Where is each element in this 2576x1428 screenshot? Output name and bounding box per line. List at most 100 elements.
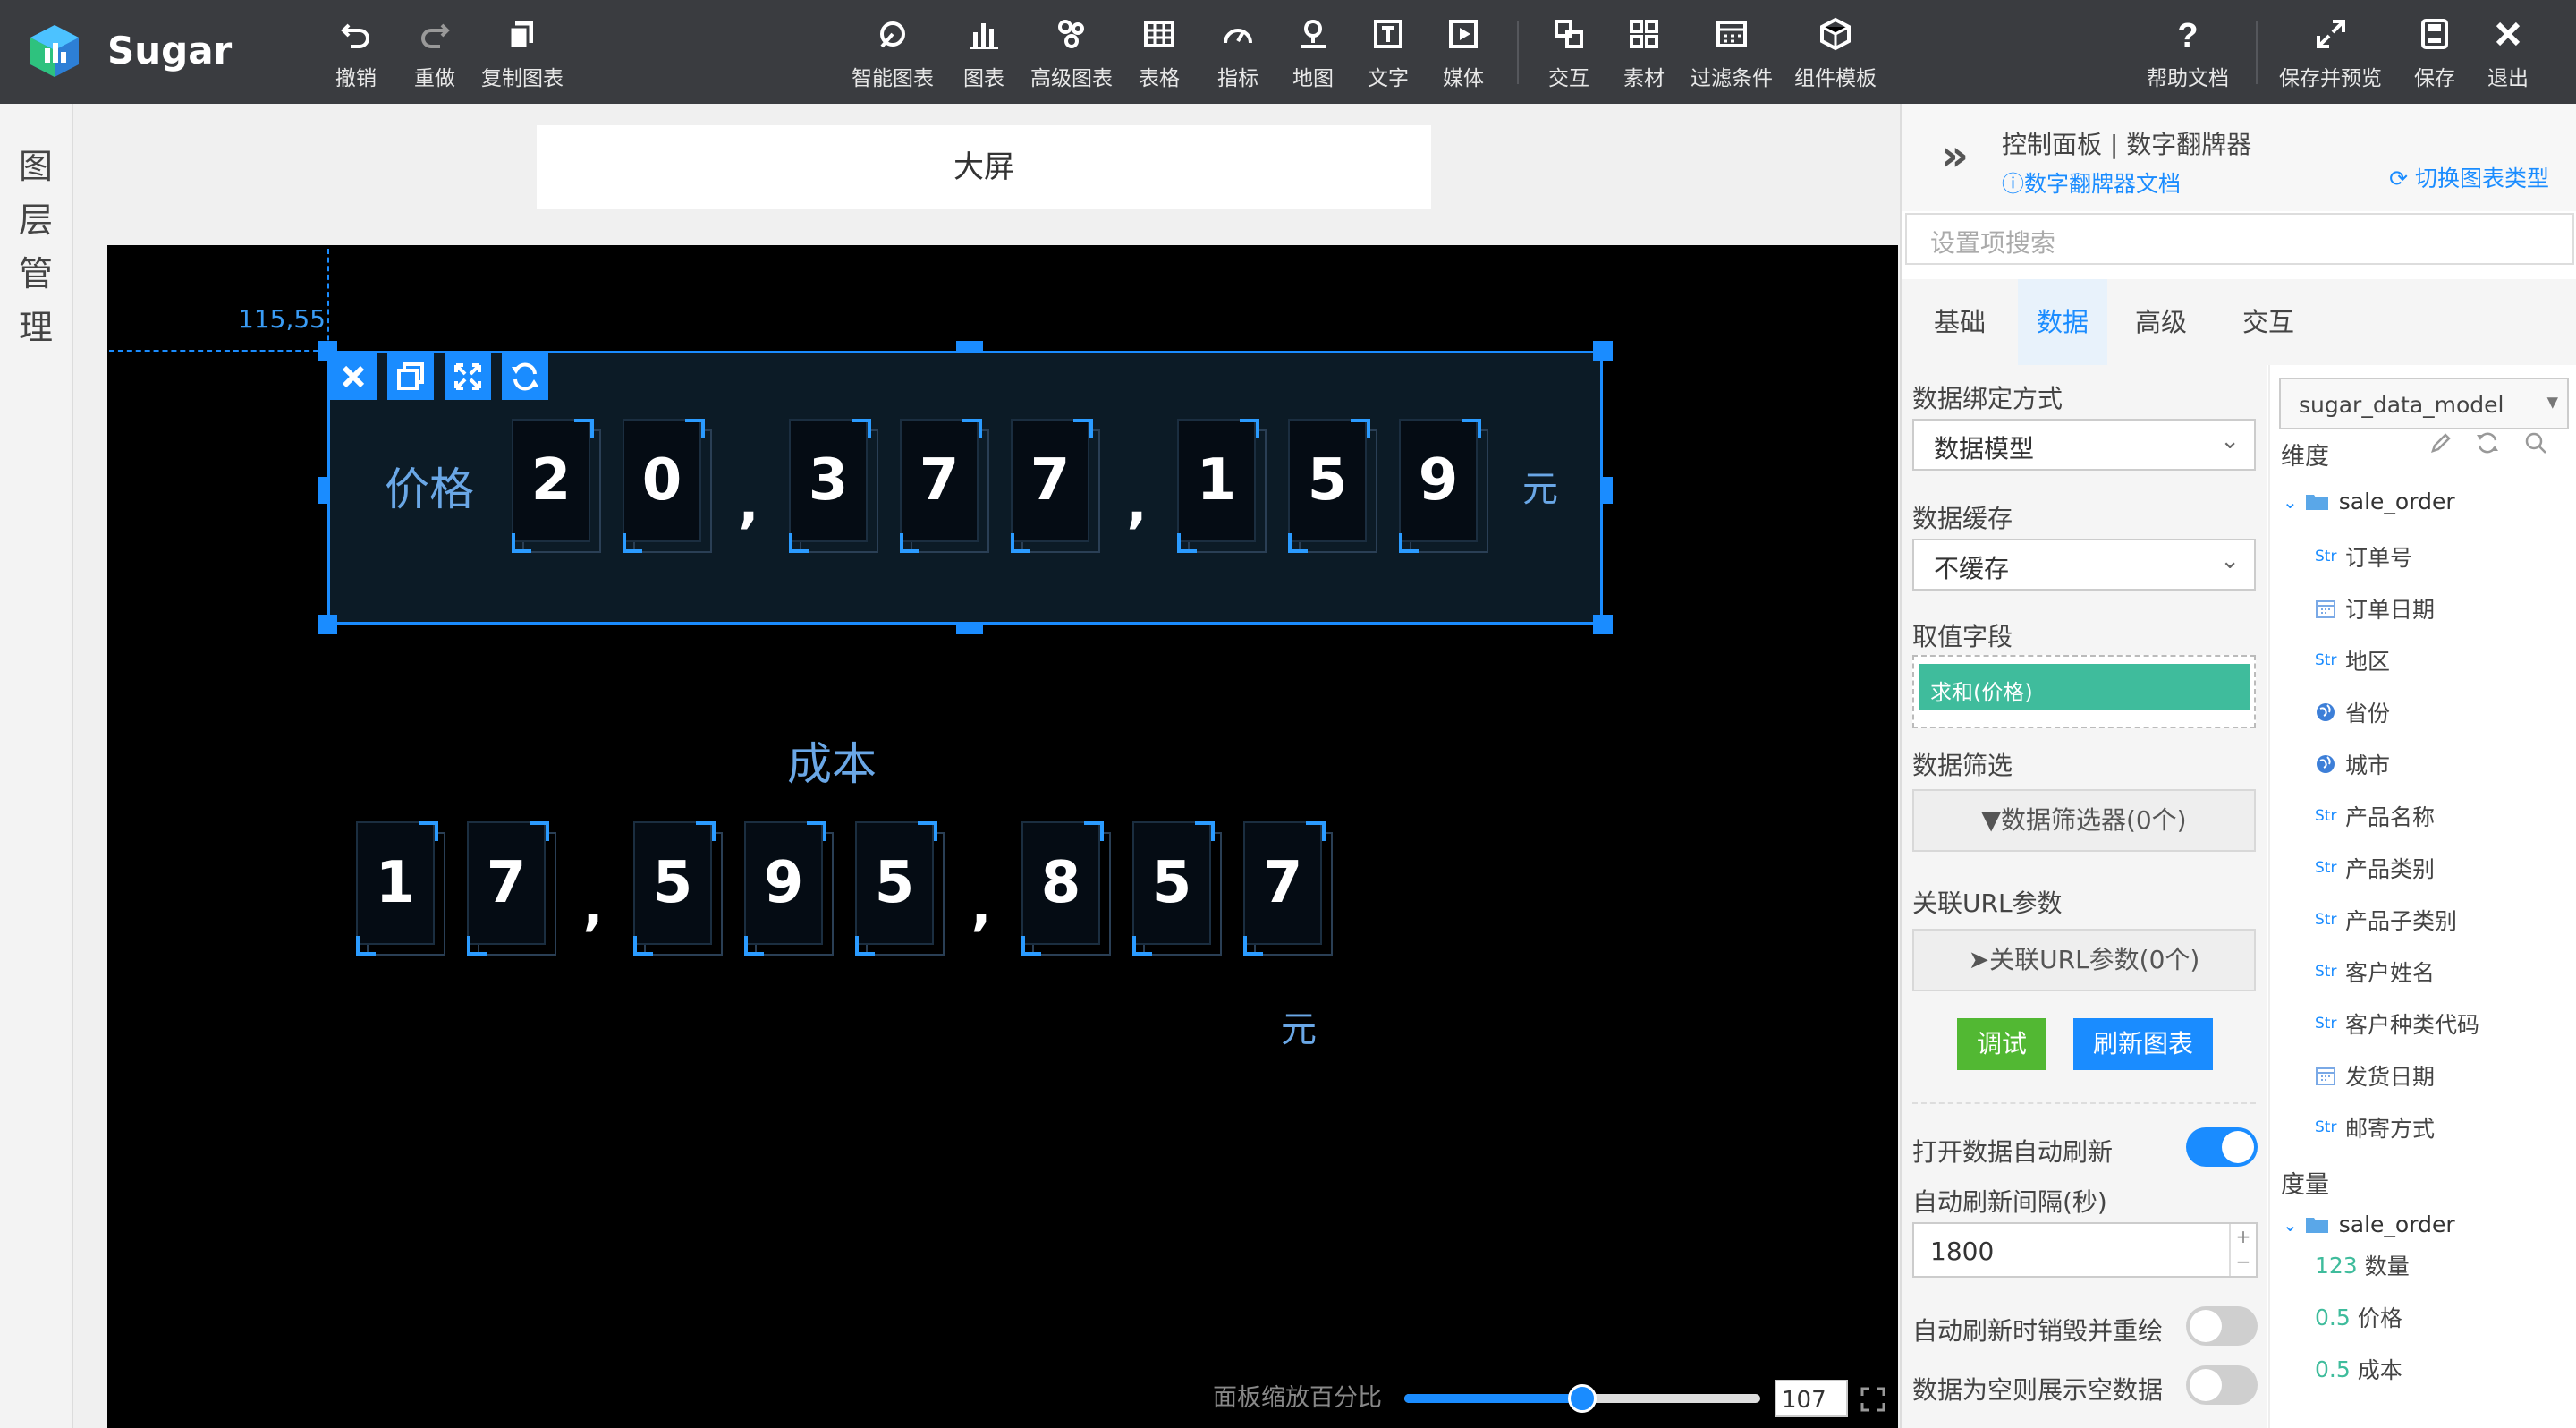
- edit-icon[interactable]: [2428, 429, 2454, 456]
- tab-basic[interactable]: 基础: [1902, 279, 2018, 365]
- dimension-field[interactable]: Str 邮寄方式: [2315, 1111, 2435, 1143]
- resize-handle[interactable]: [1593, 615, 1613, 634]
- fullscreen-icon[interactable]: [1860, 1387, 1885, 1412]
- zoom-slider[interactable]: [1404, 1384, 1760, 1413]
- url-param-button[interactable]: ➤关联URL参数(0个): [1912, 929, 2256, 991]
- copy-icon: [501, 13, 544, 55]
- duplicate-widget-icon[interactable]: [387, 353, 434, 400]
- table-node[interactable]: ⌄ sale_order: [2283, 1211, 2455, 1237]
- resize-handle[interactable]: [1593, 341, 1613, 361]
- refresh-widget-icon[interactable]: [502, 353, 548, 400]
- data-model-select[interactable]: sugar_data_model ▾: [2279, 378, 2569, 429]
- svg-text:?: ?: [2177, 17, 2198, 52]
- dimension-field[interactable]: Str 产品子类别: [2315, 904, 2457, 936]
- advanced-chart-button[interactable]: 高级图表: [1030, 13, 1113, 93]
- expand-icon: [2309, 13, 2352, 55]
- string-type-icon: Str: [2315, 1118, 2337, 1136]
- save-button[interactable]: 保存: [2413, 13, 2456, 93]
- measure-field[interactable]: 0.5 成本: [2315, 1353, 2402, 1385]
- table-node[interactable]: ⌄ sale_order: [2283, 489, 2455, 514]
- layer-manager-tab[interactable]: 图 层 管 理: [0, 104, 73, 1428]
- dimension-field[interactable]: Str 客户种类代码: [2315, 1007, 2479, 1040]
- resize-handle[interactable]: [956, 341, 983, 353]
- exit-button[interactable]: 退出: [2487, 13, 2529, 93]
- delete-widget-icon[interactable]: [330, 353, 377, 400]
- indicator-button[interactable]: 指标: [1216, 13, 1259, 93]
- settings-search-input[interactable]: 设置项搜索: [1905, 213, 2574, 265]
- binding-value: 数据模型: [1934, 434, 2035, 463]
- zoom-input[interactable]: 107: [1775, 1380, 1848, 1417]
- data-filter-button[interactable]: ▼数据筛选器(0个): [1912, 789, 2256, 852]
- cache-select[interactable]: 不缓存 ⌄: [1912, 539, 2256, 591]
- save-preview-button[interactable]: 保存并预览: [2279, 13, 2382, 93]
- toggle-knob: [2190, 1310, 2222, 1342]
- interval-stepper[interactable]: + −: [2229, 1224, 2256, 1276]
- interaction-icon: [1547, 13, 1590, 55]
- dimension-field[interactable]: Str 订单号: [2315, 540, 2412, 573]
- fullscreen-widget-icon[interactable]: [445, 353, 491, 400]
- filter-button[interactable]: 过滤条件: [1690, 13, 1773, 93]
- map-button[interactable]: 地图: [1292, 13, 1335, 93]
- layer-manager-char: 理: [18, 308, 53, 347]
- dimension-field[interactable]: 城市: [2315, 748, 2390, 780]
- measure-field[interactable]: 0.5 价格: [2315, 1301, 2402, 1333]
- position-guide-horizontal: [109, 350, 327, 352]
- copy-chart-button[interactable]: 复制图表: [481, 13, 564, 93]
- table-name: sale_order: [2338, 489, 2455, 514]
- undo-button[interactable]: 撤销: [335, 13, 377, 93]
- dimension-field[interactable]: Str 地区: [2315, 644, 2390, 676]
- collapse-panel-icon[interactable]: »: [1941, 131, 1969, 181]
- resize-handle[interactable]: [1602, 477, 1613, 504]
- redo-button[interactable]: 重做: [413, 13, 456, 93]
- dimension-field[interactable]: Str 客户姓名: [2315, 956, 2435, 988]
- toolbar-divider: [1517, 21, 1519, 84]
- value-field-dropzone[interactable]: 求和(价格): [1912, 655, 2256, 728]
- funnel-icon: ▼: [1981, 805, 2001, 835]
- field-name: 发货日期: [2345, 1064, 2436, 1090]
- tab-data[interactable]: 数据: [2018, 279, 2107, 365]
- layer-manager-char: 图: [18, 147, 53, 186]
- price-digits: 20, 377, 159: [512, 419, 1510, 553]
- refresh-icon[interactable]: [2474, 429, 2501, 456]
- debug-button[interactable]: 调试: [1957, 1018, 2046, 1070]
- measure-field[interactable]: 123 数量: [2315, 1249, 2410, 1281]
- cache-label: 数据缓存: [1912, 504, 2013, 533]
- help-doc-button[interactable]: ? 帮助文档: [2147, 13, 2229, 93]
- chart-button[interactable]: 图表: [962, 13, 1005, 93]
- dimension-field[interactable]: Str 产品名称: [2315, 800, 2435, 832]
- field-name: 成本: [2357, 1357, 2402, 1383]
- interaction-button[interactable]: 交互: [1547, 13, 1590, 93]
- resize-handle[interactable]: [318, 477, 328, 504]
- interval-label: 自动刷新间隔(秒): [1912, 1187, 2107, 1217]
- refresh-chart-button[interactable]: 刷新图表: [2073, 1018, 2213, 1070]
- assets-button[interactable]: 素材: [1623, 13, 1665, 93]
- url-param-label: 关联URL参数: [1912, 888, 2063, 918]
- dimension-field[interactable]: 订单日期: [2315, 592, 2435, 625]
- media-button[interactable]: 媒体: [1442, 13, 1485, 93]
- value-field-pill[interactable]: 求和(价格): [1919, 664, 2250, 710]
- screen-title[interactable]: 大屏: [537, 125, 1431, 209]
- auto-refresh-toggle[interactable]: [2186, 1127, 2258, 1167]
- doc-link[interactable]: ⓘ数字翻牌器文档: [2002, 166, 2181, 199]
- destroy-redraw-toggle[interactable]: [2186, 1306, 2258, 1346]
- text-button[interactable]: 文字: [1367, 13, 1410, 93]
- interval-input[interactable]: 1800 + −: [1912, 1222, 2258, 1278]
- component-template-button[interactable]: 组件模板: [1794, 13, 1877, 93]
- tab-advanced[interactable]: 高级: [2116, 279, 2206, 365]
- dimension-field[interactable]: 省份: [2315, 696, 2390, 728]
- empty-data-toggle[interactable]: [2186, 1365, 2258, 1405]
- zoom-slider-handle[interactable]: [1568, 1384, 1597, 1413]
- tab-interaction[interactable]: 交互: [2224, 279, 2313, 365]
- resize-handle[interactable]: [956, 622, 983, 634]
- empty-data-label: 数据为空则展示空数据: [1912, 1375, 2164, 1405]
- table-button[interactable]: 表格: [1138, 13, 1181, 93]
- switch-chart-type-link[interactable]: ⟳ 切换图表类型: [2389, 161, 2549, 193]
- resize-handle[interactable]: [318, 615, 337, 634]
- dimension-field[interactable]: Str 产品类别: [2315, 852, 2435, 884]
- smart-chart-button[interactable]: 智能图表: [852, 13, 934, 93]
- filter-label: 数据筛选: [1912, 751, 2013, 780]
- dimension-field[interactable]: 发货日期: [2315, 1059, 2435, 1092]
- binding-select[interactable]: 数据模型 ⌄: [1912, 419, 2256, 471]
- zoom-label: 面板缩放百分比: [1213, 1384, 1382, 1412]
- search-icon[interactable]: [2522, 429, 2549, 456]
